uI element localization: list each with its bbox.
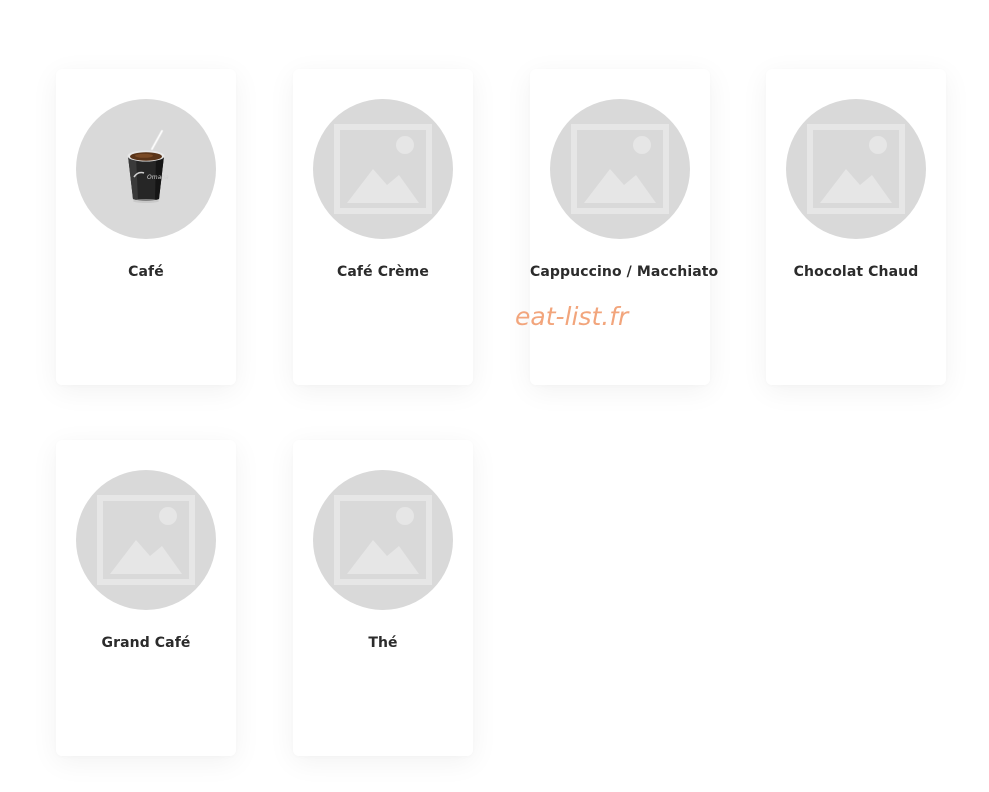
- product-image[interactable]: [550, 99, 690, 239]
- placeholder-image-icon: [334, 495, 432, 585]
- product-card-cappuccino-macchiato[interactable]: Cappuccino / Macchiato: [530, 69, 719, 385]
- product-card-chocolat-chaud[interactable]: Chocolat Chaud: [766, 69, 946, 385]
- placeholder-image-icon: [807, 124, 905, 214]
- product-grid: Omaha Café Café Crème Cappuccino / Macch…: [0, 0, 989, 792]
- placeholder-image-icon: [334, 124, 432, 214]
- placeholder-image-icon: [571, 124, 669, 214]
- product-image[interactable]: [76, 470, 216, 610]
- product-card-the[interactable]: Thé: [293, 440, 473, 756]
- product-card-grand-cafe[interactable]: Grand Café: [56, 440, 236, 756]
- product-name: Café: [128, 264, 164, 280]
- product-name: Chocolat Chaud: [793, 264, 919, 280]
- product-card-cafe-creme[interactable]: Café Crème: [293, 69, 473, 385]
- product-image[interactable]: [313, 470, 453, 610]
- product-image[interactable]: [313, 99, 453, 239]
- product-name: Grand Café: [101, 635, 191, 651]
- product-image[interactable]: Omaha: [76, 99, 216, 239]
- cup-brand: Omaha: [147, 174, 169, 181]
- product-name: Café Crème: [337, 264, 429, 280]
- product-name: Thé: [368, 635, 398, 651]
- product-card-cafe[interactable]: Omaha Café: [56, 69, 236, 385]
- placeholder-image-icon: [97, 495, 195, 585]
- watermark-text: eat-list.fr: [515, 302, 629, 331]
- product-image[interactable]: [786, 99, 926, 239]
- product-name: Cappuccino / Macchiato: [530, 264, 719, 280]
- coffee-cup-image: Omaha: [127, 129, 169, 203]
